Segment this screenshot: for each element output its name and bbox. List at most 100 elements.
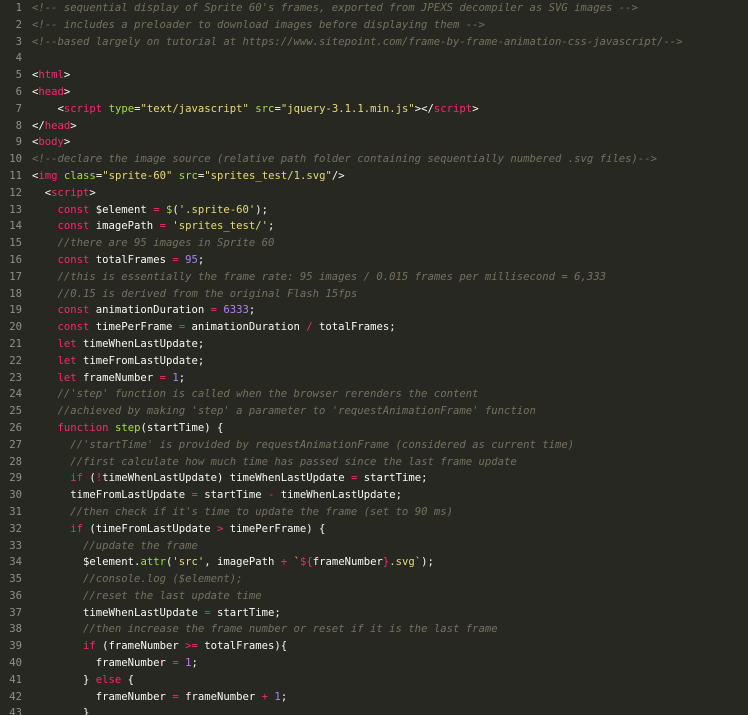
code-line[interactable]: 11 <img class="sprite-60" src="sprites_te…: [0, 168, 748, 185]
code-line[interactable]: 43 }: [0, 705, 748, 715]
code-line[interactable]: 30 timeFromLastUpdate = startTime - time…: [0, 487, 748, 504]
code-token: if: [83, 640, 96, 653]
code-text[interactable]: //first calculate how much time has pass…: [22, 454, 748, 471]
code-text[interactable]: <!--declare the image source (relative p…: [22, 151, 748, 168]
code-line[interactable]: 12 <script>: [0, 185, 748, 202]
code-token: }: [32, 707, 90, 715]
code-text[interactable]: let timeWhenLastUpdate;: [22, 336, 748, 353]
code-text[interactable]: //0.15 is derived from the original Flas…: [22, 286, 748, 303]
code-line[interactable]: 5 <html>: [0, 67, 748, 84]
code-line[interactable]: 3 <!--based largely on tutorial at https:…: [0, 34, 748, 51]
code-text[interactable]: const animationDuration = 6333;: [22, 302, 748, 319]
line-number: 31: [9, 505, 22, 518]
code-line[interactable]: 36 //reset the last update time: [0, 588, 748, 605]
code-line[interactable]: 15 //there are 95 images in Sprite 60: [0, 235, 748, 252]
code-text[interactable]: const totalFrames = 95;: [22, 252, 748, 269]
code-text[interactable]: //'step' function is called when the bro…: [22, 386, 748, 403]
code-text[interactable]: <!-- sequential display of Sprite 60's f…: [22, 0, 748, 17]
code-line[interactable]: 16 const totalFrames = 95;: [0, 252, 748, 269]
code-line[interactable]: 23 let frameNumber = 1;: [0, 370, 748, 387]
code-line[interactable]: 37 timeWhenLastUpdate = startTime;: [0, 605, 748, 622]
code-text[interactable]: <body>: [22, 134, 748, 151]
code-text[interactable]: <script type="text/javascript" src="jque…: [22, 101, 748, 118]
line-number: 19: [9, 304, 22, 317]
code-text[interactable]: let timeFromLastUpdate;: [22, 353, 748, 370]
code-token: totalFrames: [89, 253, 173, 266]
code-line[interactable]: 35 //console.log ($element);: [0, 571, 748, 588]
code-line[interactable]: 29 if (!timeWhenLastUpdate) timeWhenLast…: [0, 470, 748, 487]
code-token: >: [63, 69, 71, 82]
code-line[interactable]: 42 frameNumber = frameNumber + 1;: [0, 689, 748, 706]
code-text[interactable]: //reset the last update time: [22, 588, 748, 605]
code-text[interactable]: const imagePath = 'sprites_test/';: [22, 218, 748, 235]
code-line[interactable]: 19 const animationDuration = 6333;: [0, 302, 748, 319]
code-line[interactable]: 34 $element.attr('src', imagePath + `${f…: [0, 554, 748, 571]
code-line[interactable]: 25 //achieved by making 'step' a paramet…: [0, 403, 748, 420]
code-text[interactable]: function step(startTime) {: [22, 420, 748, 437]
code-line[interactable]: 4: [0, 50, 748, 67]
code-text[interactable]: timeFromLastUpdate = startTime - timeWhe…: [22, 487, 748, 504]
code-line[interactable]: 7 <script type="text/javascript" src="jq…: [0, 101, 748, 118]
code-text[interactable]: const $element = $('.sprite-60');: [22, 202, 748, 219]
code-line[interactable]: 33 //update the frame: [0, 538, 748, 555]
code-text[interactable]: <img class="sprite-60" src="sprites_test…: [22, 168, 748, 185]
code-text[interactable]: frameNumber = frameNumber + 1;: [22, 689, 748, 706]
code-line[interactable]: 2 <!-- includes a preloader to download i…: [0, 17, 748, 34]
code-text[interactable]: //console.log ($element);: [22, 571, 748, 588]
code-line[interactable]: 41 } else {: [0, 672, 748, 689]
code-text[interactable]: if (timeFromLastUpdate > timePerFrame) {: [22, 521, 748, 538]
code-text[interactable]: //there are 95 images in Sprite 60: [22, 235, 748, 252]
code-line[interactable]: 39 if (frameNumber >= totalFrames){: [0, 638, 748, 655]
code-text[interactable]: //this is essentially the frame rate: 95…: [22, 269, 748, 286]
code-text[interactable]: } else {: [22, 672, 748, 689]
code-line[interactable]: 9 <body>: [0, 134, 748, 151]
code-token: <!-- sequential display of Sprite 60's f…: [32, 2, 638, 14]
code-line[interactable]: 13 const $element = $('.sprite-60');: [0, 202, 748, 219]
code-text[interactable]: <!--based largely on tutorial at https:/…: [22, 34, 748, 51]
code-line[interactable]: 31 //then check if it's time to update t…: [0, 504, 748, 521]
code-text[interactable]: //then increase the frame number or rese…: [22, 621, 748, 638]
code-text[interactable]: //then check if it's time to update the …: [22, 504, 748, 521]
code-token: class: [63, 169, 96, 182]
code-line[interactable]: 8 </head>: [0, 118, 748, 135]
code-text[interactable]: timeWhenLastUpdate = startTime;: [22, 605, 748, 622]
code-line[interactable]: 28 //first calculate how much time has p…: [0, 454, 748, 471]
code-token: ;: [178, 371, 186, 384]
line-number: 2: [15, 18, 22, 31]
code-line[interactable]: 20 const timePerFrame = animationDuratio…: [0, 319, 748, 336]
code-text[interactable]: </head>: [22, 118, 748, 135]
code-text[interactable]: <!-- includes a preloader to download im…: [22, 17, 748, 34]
code-text[interactable]: if (!timeWhenLastUpdate) timeWhenLastUpd…: [22, 470, 748, 487]
code-line[interactable]: 40 frameNumber = 1;: [0, 655, 748, 672]
code-line[interactable]: 14 const imagePath = 'sprites_test/';: [0, 218, 748, 235]
code-text[interactable]: $element.attr('src', imagePath + `${fram…: [22, 554, 748, 571]
code-text[interactable]: <head>: [22, 84, 748, 101]
code-line[interactable]: 24 //'step' function is called when the …: [0, 386, 748, 403]
line-number: 30: [9, 489, 22, 502]
code-text[interactable]: <html>: [22, 67, 748, 84]
code-line[interactable]: 22 let timeFromLastUpdate;: [0, 353, 748, 370]
code-line[interactable]: 10 <!--declare the image source (relative…: [0, 151, 748, 168]
code-text[interactable]: //'startTime' is provided by requestAnim…: [22, 437, 748, 454]
code-text[interactable]: }: [22, 705, 748, 715]
code-line[interactable]: 6 <head>: [0, 84, 748, 101]
code-line[interactable]: 17 //this is essentially the frame rate:…: [0, 269, 748, 286]
code-text[interactable]: if (frameNumber >= totalFrames){: [22, 638, 748, 655]
code-text[interactable]: //update the frame: [22, 538, 748, 555]
code-text[interactable]: //achieved by making 'step' a parameter …: [22, 403, 748, 420]
code-line[interactable]: 38 //then increase the frame number or r…: [0, 621, 748, 638]
code-line[interactable]: 1 <!-- sequential display of Sprite 60's …: [0, 0, 748, 17]
code-line[interactable]: 21 let timeWhenLastUpdate;: [0, 336, 748, 353]
code-line[interactable]: 26 function step(startTime) {: [0, 420, 748, 437]
code-text[interactable]: [22, 50, 748, 67]
code-text[interactable]: const timePerFrame = animationDuration /…: [22, 319, 748, 336]
code-line[interactable]: 27 //'startTime' is provided by requestA…: [0, 437, 748, 454]
code-text[interactable]: <script>: [22, 185, 748, 202]
code-text[interactable]: let frameNumber = 1;: [22, 370, 748, 387]
code-editor[interactable]: 1 <!-- sequential display of Sprite 60's …: [0, 0, 748, 715]
code-line[interactable]: 32 if (timeFromLastUpdate > timePerFrame…: [0, 521, 748, 538]
code-line[interactable]: 18 //0.15 is derived from the original F…: [0, 286, 748, 303]
code-text[interactable]: frameNumber = 1;: [22, 655, 748, 672]
